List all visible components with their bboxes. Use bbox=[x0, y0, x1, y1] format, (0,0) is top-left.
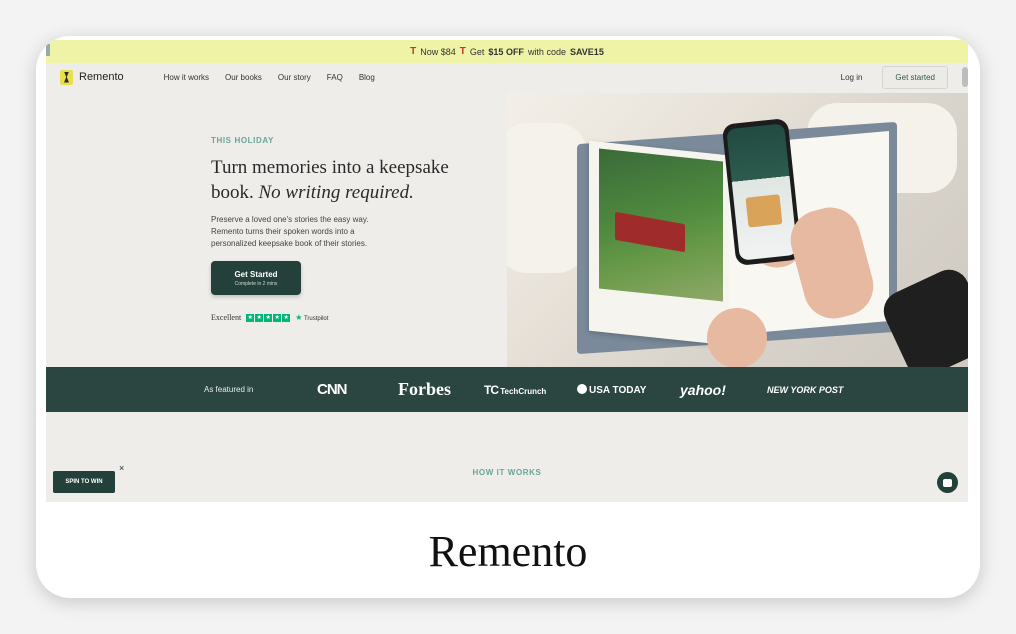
nav-link-our-story[interactable]: Our story bbox=[278, 73, 311, 82]
cnn-logo: CNN bbox=[317, 381, 347, 398]
promo-banner[interactable]: T Now $84 T Get $15 OFF with code SAVE15 bbox=[46, 40, 968, 63]
phone-photo bbox=[745, 194, 783, 228]
hero-photo-book-and-phone bbox=[507, 93, 968, 367]
hero-headline: Turn memories into a keepsake book. No w… bbox=[211, 155, 481, 205]
featured-label: As featured in bbox=[204, 385, 254, 394]
promo-offer-middle: with code bbox=[527, 46, 566, 57]
usatoday-logo: USA TODAY bbox=[577, 383, 647, 396]
trustpilot-logo: ★ Trustpilot bbox=[295, 313, 328, 322]
window-edge-marker bbox=[46, 44, 50, 56]
brand-name: Remento bbox=[79, 71, 124, 83]
top-nav: Remento How it works Our books Our story… bbox=[46, 63, 968, 91]
rating-stars: ★ ★ ★ ★ ★ bbox=[246, 313, 291, 322]
website-screenshot: T Now $84 T Get $15 OFF with code SAVE15… bbox=[46, 40, 968, 502]
chat-icon bbox=[943, 478, 952, 487]
get-started-button-label: Get Started bbox=[234, 269, 278, 279]
star-icon: ★ bbox=[264, 313, 273, 322]
slide-caption: Remento bbox=[428, 527, 588, 576]
yahoo-logo: yahoo! bbox=[680, 381, 726, 398]
star-icon: ★ bbox=[282, 313, 291, 322]
star-icon: ★ bbox=[273, 313, 282, 322]
techcrunch-logo: TC TechCrunch bbox=[484, 383, 546, 397]
featured-in-bar: As featured in CNN Forbes TC TechCrunch … bbox=[46, 367, 968, 412]
trustpilot-star-icon: ★ bbox=[295, 313, 303, 322]
forbes-logo: Forbes bbox=[398, 379, 451, 399]
nav-link-faq[interactable]: FAQ bbox=[327, 73, 343, 82]
hero-text: THIS HOLIDAY Turn memories into a keepsa… bbox=[46, 93, 507, 367]
promo-price: Now $84 bbox=[420, 46, 456, 57]
how-it-works-heading: HOW IT WORKS bbox=[472, 468, 542, 477]
gift-icon: T bbox=[410, 46, 417, 57]
pillow-shape bbox=[507, 123, 587, 273]
spin-to-win-button[interactable]: SPIN TO WIN bbox=[53, 471, 115, 493]
trustpilot-label: Trustpilot bbox=[303, 316, 329, 322]
usatoday-label: USA TODAY bbox=[589, 384, 647, 396]
usatoday-dot-icon bbox=[577, 383, 587, 394]
presentation-card: T Now $84 T Get $15 OFF with code SAVE15… bbox=[36, 36, 980, 598]
login-link[interactable]: Log in bbox=[841, 73, 863, 82]
get-started-nav-button[interactable]: Get started bbox=[882, 65, 948, 89]
tc-mark-icon: TC bbox=[484, 382, 499, 397]
star-icon: ★ bbox=[246, 313, 255, 322]
get-started-button-sublabel: Complete in 2 mins bbox=[234, 280, 278, 287]
promo-code: SAVE15 bbox=[569, 46, 604, 57]
nypost-logo: NEW YORK POST bbox=[767, 384, 844, 395]
rating-label: Excellent bbox=[211, 313, 242, 322]
spin-close-icon[interactable]: × bbox=[119, 463, 124, 473]
brand-logo[interactable]: Remento bbox=[60, 69, 124, 85]
chat-widget-button[interactable] bbox=[937, 472, 958, 493]
nav-links: How it works Our books Our story FAQ Blo… bbox=[164, 73, 375, 82]
get-started-button[interactable]: Get Started Complete in 2 mins bbox=[211, 261, 301, 295]
promo-offer-amount: $15 OFF bbox=[488, 46, 524, 57]
gift-icon: T bbox=[459, 46, 466, 57]
nav-link-blog[interactable]: Blog bbox=[359, 73, 375, 82]
hero-section: THIS HOLIDAY Turn memories into a keepsa… bbox=[46, 93, 968, 367]
nav-link-how-it-works[interactable]: How it works bbox=[164, 73, 209, 82]
hand-shape bbox=[707, 308, 767, 367]
star-icon: ★ bbox=[255, 313, 264, 322]
promo-offer-prefix: Get bbox=[469, 46, 485, 57]
remento-logo-icon bbox=[60, 69, 73, 85]
techcrunch-label: TechCrunch bbox=[500, 386, 547, 396]
hero-eyebrow: THIS HOLIDAY bbox=[211, 136, 274, 145]
headline-italic: No writing required. bbox=[258, 182, 414, 203]
phone-screen bbox=[726, 123, 798, 261]
nav-link-our-books[interactable]: Our books bbox=[225, 73, 262, 82]
hero-description: Preserve a loved one's stories the easy … bbox=[211, 215, 369, 248]
trustpilot-rating[interactable]: Excellent ★ ★ ★ ★ ★ ★ Trustpilot bbox=[211, 313, 328, 322]
nav-actions: Log in Get started bbox=[841, 65, 948, 89]
